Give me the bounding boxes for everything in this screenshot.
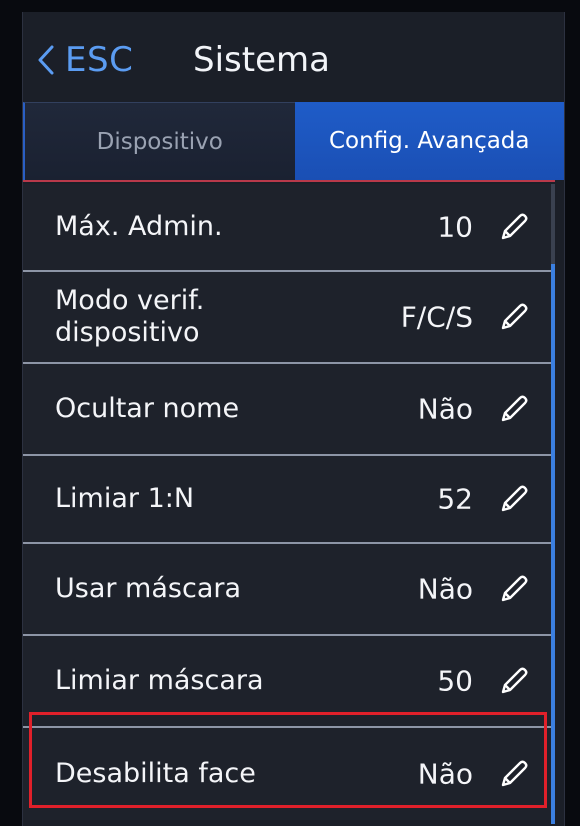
scrollbar[interactable] [551, 184, 555, 824]
setting-label: Desabilita face [55, 758, 256, 789]
setting-value: 10 [437, 210, 473, 244]
setting-value: Não [417, 572, 473, 606]
pencil-icon[interactable] [497, 210, 531, 244]
scrollbar-thumb[interactable] [551, 264, 555, 824]
setting-row-usar-mascara[interactable]: Usar máscara Não [23, 544, 551, 636]
pencil-icon[interactable] [497, 300, 531, 334]
setting-value: Não [417, 392, 473, 426]
pencil-icon[interactable] [497, 392, 531, 426]
setting-row-desabilita-face[interactable]: Desabilita face Não [23, 728, 551, 820]
setting-value: 50 [437, 664, 473, 698]
setting-row-max-admin[interactable]: Máx. Admin. 10 [23, 184, 551, 272]
setting-value: 52 [437, 482, 473, 516]
setting-row-limiar-1n[interactable]: Limiar 1:N 52 [23, 456, 551, 544]
setting-label: Usar máscara [55, 573, 242, 604]
pencil-icon[interactable] [497, 482, 531, 516]
header: ESC Sistema [23, 12, 564, 102]
setting-value: F/C/S [400, 300, 473, 334]
setting-value: Não [417, 757, 473, 791]
tab-divider [23, 180, 555, 182]
pencil-icon[interactable] [497, 572, 531, 606]
tab-bar: Dispositivo Config. Avançada [23, 102, 564, 180]
pencil-icon[interactable] [497, 664, 531, 698]
setting-row-limiar-mascara[interactable]: Limiar máscara 50 [23, 636, 551, 728]
setting-label: Ocultar nome [55, 393, 240, 424]
tab-dispositivo[interactable]: Dispositivo [23, 102, 295, 180]
setting-row-ocultar-nome[interactable]: Ocultar nome Não [23, 364, 551, 456]
pencil-icon[interactable] [497, 757, 531, 791]
chevron-left-icon [38, 45, 54, 75]
setting-label: Máx. Admin. [55, 211, 223, 242]
device-screen: ESC Sistema Dispositivo Config. Avançada… [22, 12, 565, 826]
back-button[interactable]: ESC [37, 40, 133, 80]
setting-label: Limiar máscara [55, 665, 264, 696]
setting-label: Modo verif. dispositivo [55, 285, 205, 348]
setting-row-modo-verif[interactable]: Modo verif. dispositivo F/C/S [23, 272, 551, 364]
back-label: ESC [65, 40, 134, 80]
tab-config-avancada[interactable]: Config. Avançada [294, 102, 564, 180]
settings-list: Máx. Admin. 10 Modo verif. dispositivo F… [23, 184, 551, 820]
page-title: Sistema [193, 40, 330, 80]
setting-label: Limiar 1:N [55, 483, 195, 514]
